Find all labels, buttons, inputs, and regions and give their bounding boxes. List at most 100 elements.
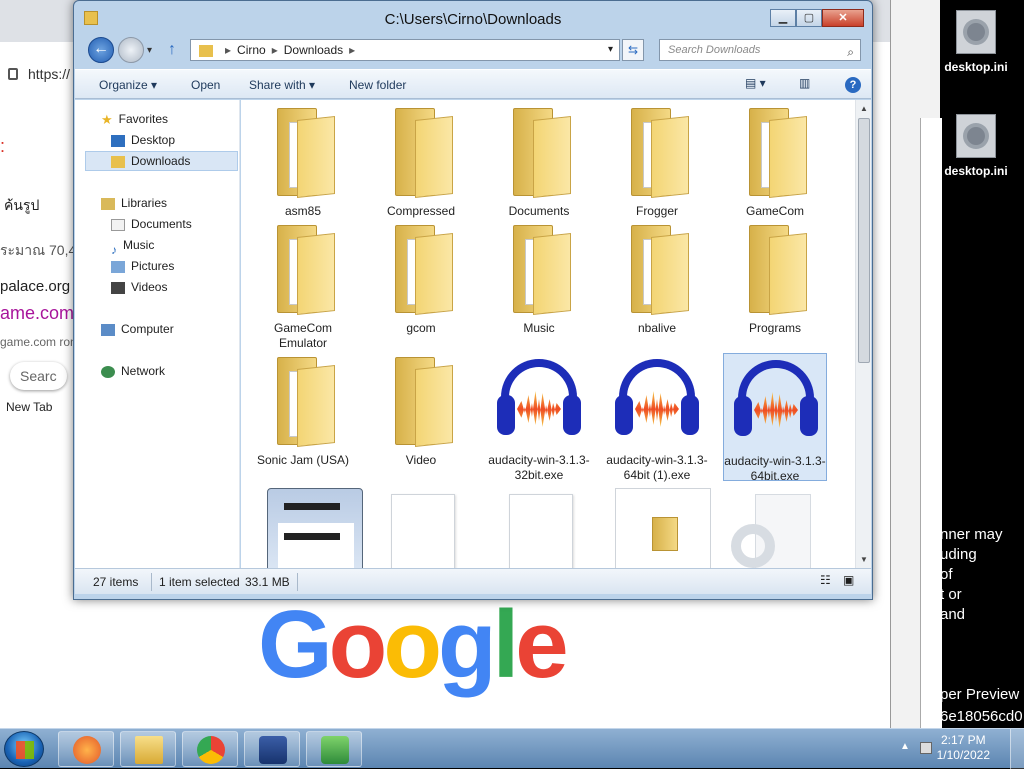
browser-url: https:// <box>28 66 71 82</box>
address-bar[interactable]: ▸ Cirno ▸ Downloads ▸ ▾ <box>190 39 620 61</box>
file-item[interactable]: GameCom <box>723 104 827 232</box>
new-folder-button[interactable]: New folder <box>349 78 406 92</box>
background-text: uding <box>940 546 977 563</box>
file-item[interactable]: Compressed <box>369 104 473 232</box>
help-icon[interactable]: ? <box>845 77 861 93</box>
taskbar-firefox[interactable] <box>58 731 114 767</box>
scroll-up-icon[interactable]: ▲ <box>860 104 868 113</box>
settings-file-icon <box>956 10 996 54</box>
action-center-icon[interactable] <box>920 742 932 754</box>
start-button[interactable] <box>4 731 44 767</box>
nav-item-desktop[interactable]: Desktop <box>111 130 175 150</box>
file-item[interactable]: Documents <box>487 104 591 232</box>
file-item[interactable]: nbalive <box>605 221 709 349</box>
preview-pane-icon[interactable]: ▥ <box>799 76 810 90</box>
desktop-file-icon[interactable]: desktop.ini <box>940 10 1012 74</box>
file-item[interactable]: gcom <box>369 221 473 349</box>
nav-item-libraries[interactable]: Libraries <box>101 193 167 213</box>
file-item[interactable]: audacity-win-3.1.3-64bit (1).exe <box>605 353 709 482</box>
open-button[interactable]: Open <box>191 78 220 92</box>
taskbar-virtualbox[interactable] <box>244 731 300 767</box>
explorer-window: C:\Users\Cirno\Downloads ▁ ▢ ✕ ← ▾ ↑ ▸ Ci… <box>73 0 873 600</box>
taskbar-download-manager[interactable] <box>306 731 362 767</box>
file-item-label: Programs <box>748 321 801 335</box>
folder-icon <box>749 225 807 315</box>
audacity-icon <box>497 355 581 439</box>
title-bar[interactable]: C:\Users\Cirno\Downloads ▁ ▢ ✕ <box>74 1 872 37</box>
show-hidden-icons-icon[interactable]: ▲ <box>900 741 910 752</box>
background-window-edge-2 <box>920 118 942 728</box>
file-item[interactable] <box>487 488 591 568</box>
view-options-icon[interactable]: ▤ ▾ <box>745 76 766 90</box>
nav-item-downloads[interactable]: Downloads <box>111 151 190 171</box>
file-item[interactable] <box>251 488 363 568</box>
nav-item-network[interactable]: Network <box>101 361 165 381</box>
nav-item-computer[interactable]: Computer <box>101 319 174 339</box>
file-item-selected[interactable]: audacity-win-3.1.3-64bit.exe <box>723 353 827 483</box>
nav-label: Downloads <box>131 154 191 168</box>
star-icon: ★ <box>101 111 113 127</box>
nav-item-pictures[interactable]: Pictures <box>111 256 174 276</box>
background-text: t or <box>940 586 962 603</box>
scroll-down-icon[interactable]: ▼ <box>860 555 868 564</box>
address-dropdown[interactable]: ▾ <box>608 40 613 60</box>
details-view-icon[interactable]: ☷ <box>820 573 831 587</box>
nav-item-documents[interactable]: Documents <box>111 214 192 234</box>
file-item-label: asm85 <box>284 204 322 218</box>
share-with-button[interactable]: Share with ▾ <box>249 78 315 92</box>
minimize-button[interactable]: ▁ <box>770 9 796 27</box>
file-item[interactable]: Sonic Jam (USA) <box>251 353 355 481</box>
scrollbar-thumb[interactable] <box>858 118 870 363</box>
recent-pages-dropdown[interactable]: ▾ <box>147 45 152 56</box>
file-item[interactable]: audacity-win-3.1.3-32bit.exe <box>487 353 591 482</box>
nav-label: Desktop <box>131 133 176 147</box>
background-text: nner may <box>940 526 1003 543</box>
desktop-file-icon[interactable]: desktop.ini <box>940 114 1012 178</box>
browser-images-tab[interactable]: ค้นรูป <box>4 195 39 217</box>
clock[interactable]: 2:17 PM 1/10/2022 <box>937 733 990 763</box>
up-arrow-icon[interactable]: ↑ <box>168 41 176 59</box>
clock-date: 1/10/2022 <box>936 748 990 762</box>
vertical-scrollbar[interactable]: ▲ ▼ <box>855 100 871 568</box>
file-item[interactable]: Programs <box>723 221 827 349</box>
file-item-label: nbalive <box>637 321 677 335</box>
file-item[interactable]: Music <box>487 221 591 349</box>
desktop-file-label: desktop.ini <box>944 164 1008 178</box>
browser-new-tab[interactable]: New Tab <box>6 400 52 414</box>
breadcrumb-downloads[interactable]: Downloads <box>284 43 343 57</box>
folder-icon <box>199 44 213 57</box>
browser-result-site[interactable]: palace.org › <box>0 278 79 295</box>
close-button[interactable]: ✕ <box>822 9 864 27</box>
browser-search-pill[interactable]: Searc <box>10 362 67 390</box>
nav-label: Network <box>121 364 166 378</box>
folder-icon <box>749 108 807 198</box>
file-item[interactable]: GameCom Emulator <box>251 221 355 350</box>
documents-icon <box>111 218 125 231</box>
file-item-label: GameCom <box>745 204 804 218</box>
back-button[interactable]: ← <box>88 37 114 63</box>
nav-item-favorites[interactable]: ★ Favorites <box>101 109 168 129</box>
organize-button[interactable]: Organize ▾ <box>99 78 157 92</box>
file-item-label: audacity-win-3.1.3-32bit.exe <box>488 453 590 482</box>
window-title: C:\Users\Cirno\Downloads <box>384 11 562 28</box>
taskbar-chrome[interactable] <box>182 731 238 767</box>
file-item[interactable]: Frogger <box>605 104 709 232</box>
maximize-button[interactable]: ▢ <box>796 9 822 27</box>
file-item[interactable] <box>369 488 473 568</box>
taskbar-explorer[interactable] <box>120 731 176 767</box>
forward-button[interactable] <box>118 37 144 63</box>
refresh-button[interactable]: ⇆ <box>622 39 644 61</box>
file-item[interactable]: Video <box>369 353 473 481</box>
folder-icon <box>513 108 571 198</box>
file-item[interactable] <box>605 488 711 568</box>
nav-item-videos[interactable]: Videos <box>111 277 167 297</box>
virtualbox-icon <box>259 736 287 764</box>
show-desktop-button[interactable] <box>1010 729 1024 769</box>
large-icons-view-icon[interactable]: ▣ <box>843 573 854 587</box>
search-input[interactable]: Search Downloads ⌕ <box>659 39 861 61</box>
nav-item-music[interactable]: ♪ Music <box>111 235 154 257</box>
browser-result-link[interactable]: ame.com <box>0 303 74 324</box>
file-item[interactable] <box>723 488 827 568</box>
file-item[interactable]: asm85 <box>251 104 355 232</box>
breadcrumb-cirno[interactable]: Cirno <box>237 43 266 57</box>
